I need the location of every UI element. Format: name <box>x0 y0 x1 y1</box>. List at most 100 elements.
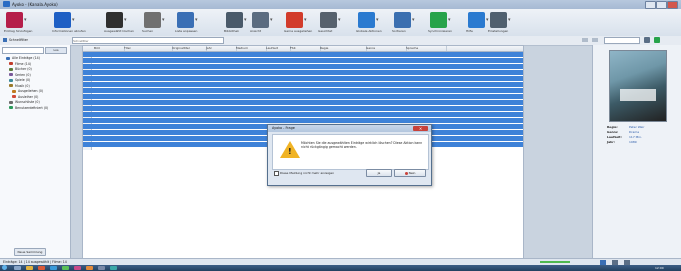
collection-icon <box>9 100 13 104</box>
table-row[interactable] <box>83 100 523 105</box>
app-icon-4[interactable] <box>86 266 93 270</box>
sidebar-item[interactable]: Alle Einträge (14) <box>6 56 40 61</box>
table-row[interactable] <box>83 88 523 93</box>
dropdown-arrow-icon[interactable]: ▾ <box>304 17 307 23</box>
sidebar-search-button[interactable]: Los <box>45 47 67 54</box>
zoom-in-icon[interactable] <box>654 37 660 43</box>
toolbar-button-1[interactable]: ▾ Informationen abrufen <box>52 11 86 34</box>
zoom-slider[interactable] <box>540 261 570 263</box>
column-header[interactable]: Genre <box>365 46 407 51</box>
table-row[interactable] <box>83 70 523 75</box>
sidebar-item[interactable]: Ausgeliehen (0) <box>12 89 43 94</box>
toolbar-button-6[interactable]: ▾ Ansicht <box>250 11 282 34</box>
toolbar-button-2[interactable]: ▾ Ausgewählt löschen <box>104 11 136 34</box>
media-icon[interactable] <box>38 266 45 270</box>
toolbar-button-8[interactable]: ▾ Gesichtet <box>318 11 350 34</box>
dropdown-arrow-icon[interactable]: ▾ <box>72 17 75 23</box>
dialog-close-button[interactable]: × <box>413 126 428 131</box>
zoom-out-icon[interactable] <box>644 37 650 43</box>
no-button[interactable]: Nein <box>394 169 426 177</box>
dropdown-arrow-icon[interactable]: ▾ <box>195 17 198 23</box>
sidebar-item[interactable]: Filme (14) <box>9 62 31 67</box>
toolbar-button-3[interactable]: ▾ Suchen <box>142 11 174 34</box>
app-icon-5[interactable] <box>98 266 105 270</box>
detail-key: Jahr: <box>607 140 615 144</box>
close-button[interactable] <box>667 1 678 9</box>
detail-value[interactable]: Peter Weir <box>629 125 644 129</box>
filter-input[interactable] <box>72 37 224 44</box>
column-header[interactable]: Sprache <box>405 46 447 51</box>
toolbar-button-label: Ausgewählt löschen <box>104 29 134 33</box>
dont-show-checkbox[interactable] <box>274 171 279 176</box>
app-icon-3[interactable] <box>74 266 81 270</box>
dropdown-arrow-icon[interactable]: ▾ <box>338 17 341 23</box>
table-row[interactable] <box>83 106 523 111</box>
column-header[interactable]: Originaltitel <box>171 46 207 51</box>
toolbar-button-11[interactable]: ▾ Synchronisieren <box>428 11 460 34</box>
back-icon[interactable] <box>582 38 588 42</box>
maximize-button[interactable] <box>656 1 667 9</box>
toolbar-button-10[interactable]: ▾ Sortieren <box>392 11 424 34</box>
dropdown-arrow-icon[interactable]: ▾ <box>508 17 511 23</box>
sidebar-item[interactable]: Wunschliste (0) <box>9 100 40 105</box>
detail-value[interactable]: 117 Min. <box>629 135 642 139</box>
column-header[interactable]: Titel <box>123 46 173 51</box>
detail-key: Regie: <box>607 125 618 129</box>
table-row[interactable] <box>83 82 523 87</box>
start-button[interactable] <box>2 265 7 270</box>
dropdown-arrow-icon[interactable]: ▾ <box>162 17 165 23</box>
sidebar-item[interactable]: Bücher (0) <box>9 67 32 72</box>
toolbar-button-label: Suchen <box>142 29 154 33</box>
toolbar-button-4[interactable]: ▾ Liste anpassen <box>175 11 207 34</box>
dropdown-arrow-icon[interactable]: ▾ <box>124 17 127 23</box>
column-header[interactable]: Medium <box>235 46 267 51</box>
toolbar-button-7[interactable]: ▾ Gerne ausgeliehen <box>284 11 316 34</box>
sidebar-item[interactable]: Benutzerdefiniert (0) <box>9 106 48 111</box>
column-header[interactable]: Regie <box>319 46 367 51</box>
new-collection-button[interactable]: Neue Sammlung <box>14 248 46 256</box>
browser-icon[interactable] <box>50 266 57 270</box>
dropdown-arrow-icon[interactable]: ▾ <box>270 17 273 23</box>
table-row[interactable] <box>83 58 523 63</box>
column-header[interactable]: Bild <box>93 46 125 51</box>
app-icon-6[interactable] <box>110 266 117 270</box>
sidebar-item[interactable]: Spiele (0) <box>9 78 30 83</box>
column-header[interactable]: Jahr <box>205 46 237 51</box>
toolbar-button-9[interactable]: ▾ Globale Aktionen <box>356 11 388 34</box>
toolbar-button-13[interactable]: ▾ Einstellungen <box>488 11 520 34</box>
app-icon-2[interactable] <box>62 266 69 270</box>
dropdown-arrow-icon[interactable]: ▾ <box>412 17 415 23</box>
toolbar-button-label: Hilfe <box>466 29 473 33</box>
collection-icon <box>12 95 16 98</box>
sidebar-item[interactable]: Serien (0) <box>9 73 31 78</box>
toolbar-button-label: Sortieren <box>392 29 406 33</box>
detail-value[interactable]: Drama <box>629 130 639 134</box>
sidebar-item[interactable]: Musik (0) <box>9 84 30 89</box>
detail-value[interactable]: 1989 <box>629 140 637 144</box>
dropdown-arrow-icon[interactable]: ▾ <box>24 17 27 23</box>
column-header[interactable]: Laufzeit <box>265 46 291 51</box>
table-row[interactable] <box>83 94 523 99</box>
dropdown-arrow-icon[interactable]: ▾ <box>448 17 451 23</box>
yes-button[interactable]: Ja <box>366 169 392 177</box>
toolbar-button-label: Liste anpassen <box>175 29 198 33</box>
table-row[interactable] <box>83 52 523 57</box>
view-select[interactable] <box>604 37 640 44</box>
collection-icon <box>9 84 13 87</box>
table-row[interactable] <box>83 112 523 117</box>
folder-icon[interactable] <box>26 266 33 270</box>
table-row[interactable] <box>83 76 523 81</box>
toolbar-button-0[interactable]: ▾ Eintrag hinzufügen <box>4 11 36 34</box>
taskbar-app-icon[interactable] <box>14 266 21 270</box>
sidebar-search-input[interactable] <box>2 47 44 54</box>
table-row[interactable] <box>83 118 523 123</box>
dropdown-arrow-icon[interactable]: ▾ <box>376 17 379 23</box>
sidebar-item-label: Ausgeliehen (0) <box>18 89 44 93</box>
sidebar-item[interactable]: Ausleiher (0) <box>12 95 38 100</box>
column-header[interactable]: FSK <box>289 46 321 51</box>
dropdown-arrow-icon[interactable]: ▾ <box>244 17 247 23</box>
forward-icon[interactable] <box>592 38 598 42</box>
table-row[interactable] <box>83 64 523 69</box>
dont-show-label: Diese Meldung nicht mehr anzeigen <box>280 171 335 175</box>
minimize-button[interactable] <box>645 1 656 9</box>
